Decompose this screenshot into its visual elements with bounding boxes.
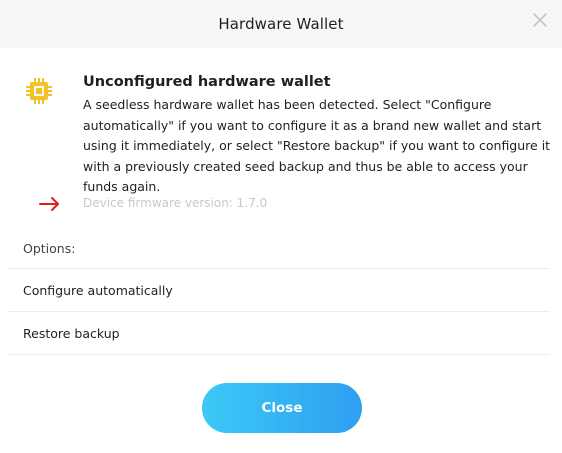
- arrow-right-icon: [39, 197, 59, 211]
- firmware-version: Device firmware version: 1.7.0: [83, 196, 268, 210]
- divider: [8, 311, 550, 312]
- restore-backup-option[interactable]: Restore backup: [8, 313, 550, 354]
- divider: [8, 354, 550, 355]
- close-button[interactable]: Close: [202, 383, 362, 433]
- dialog-title: Hardware Wallet: [218, 15, 344, 33]
- notice-body: A seedless hardware wallet has been dete…: [83, 97, 551, 194]
- option-label: Restore backup: [23, 326, 120, 341]
- hardware-wallet-dialog: Hardware Wallet Unconfigured hardware wa…: [0, 0, 562, 453]
- notice-title: Unconfigured hardware wallet: [83, 74, 331, 90]
- chip-icon: [26, 78, 52, 104]
- option-label: Configure automatically: [23, 283, 173, 298]
- dialog-header: Hardware Wallet: [0, 0, 562, 48]
- options-label: Options:: [23, 241, 76, 256]
- close-icon[interactable]: [532, 12, 548, 28]
- divider: [8, 268, 550, 269]
- configure-automatically-option[interactable]: Configure automatically: [8, 270, 550, 311]
